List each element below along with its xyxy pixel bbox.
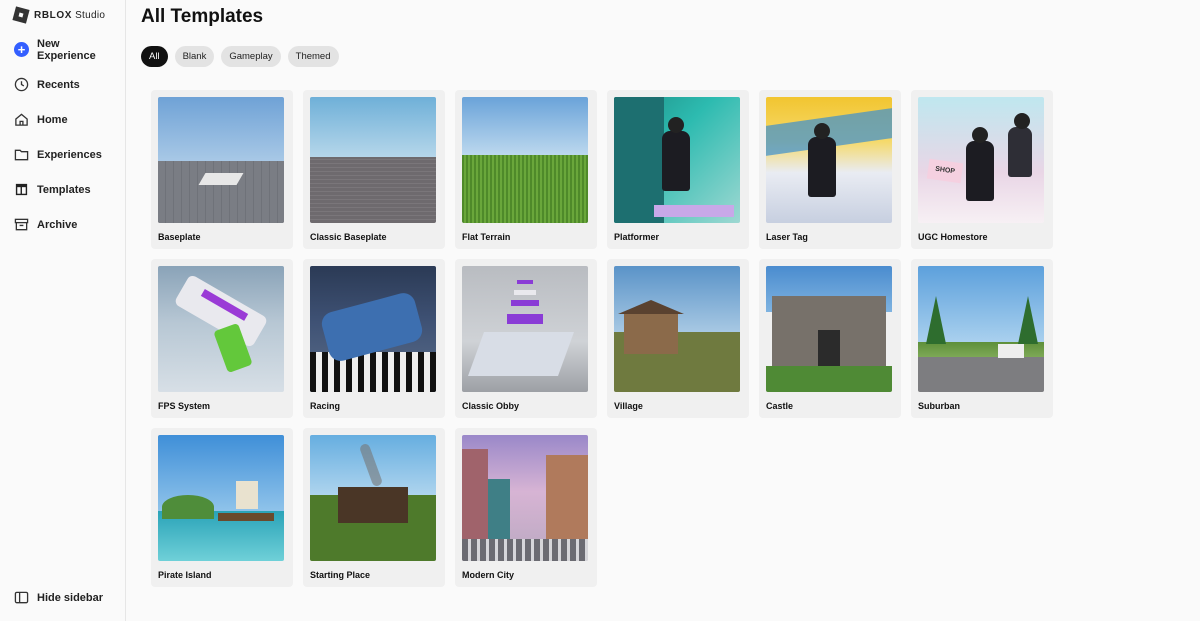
archive-icon (14, 217, 29, 232)
templates-icon (14, 182, 29, 197)
filter-chip-blank[interactable]: Blank (174, 46, 215, 67)
template-card-castle[interactable]: Castle (759, 259, 901, 418)
template-name: UGC Homestore (918, 232, 988, 242)
template-card-fps-system[interactable]: FPS System (151, 259, 293, 418)
sidebar-item-label: Archive (37, 218, 78, 231)
template-card-classic-baseplate[interactable]: Classic Baseplate (303, 90, 445, 249)
template-name: Pirate Island (158, 570, 212, 580)
template-card-ugc-homestore[interactable]: SHOP UGC Homestore (911, 90, 1053, 249)
sidebar: RBLOX Studio + New Experience Recents Ho… (0, 0, 126, 621)
template-card-modern-city[interactable]: Modern City (455, 428, 597, 587)
template-name: Baseplate (158, 232, 201, 242)
studio-window: RBLOX Studio + New Experience Recents Ho… (0, 0, 1200, 621)
folder-icon (14, 147, 29, 162)
main-content: All Templates All Blank Gameplay Themed … (126, 0, 1200, 621)
template-card-baseplate[interactable]: Baseplate (151, 90, 293, 249)
template-card-suburban[interactable]: Suburban (911, 259, 1053, 418)
template-thumbnail (614, 97, 740, 223)
template-name: FPS System (158, 401, 211, 411)
roblox-logo-icon (12, 6, 30, 24)
sidebar-item-label: Experiences (37, 148, 102, 161)
template-thumbnail (310, 266, 436, 392)
template-card-village[interactable]: Village (607, 259, 749, 418)
template-thumbnail (462, 97, 588, 223)
template-name: Classic Baseplate (310, 232, 387, 242)
template-thumbnail (158, 266, 284, 392)
roblox-studio-logo[interactable]: RBLOX Studio (0, 0, 125, 30)
template-name: Flat Terrain (462, 232, 511, 242)
sidebar-item-experiences[interactable]: Experiences (0, 137, 125, 172)
filter-chip-themed[interactable]: Themed (287, 46, 339, 67)
template-card-platformer[interactable]: Platformer (607, 90, 749, 249)
sidebar-item-label: Home (37, 113, 68, 126)
plus-circle-icon: + (14, 42, 29, 57)
logo-text: RBLOX Studio (34, 9, 106, 21)
template-thumbnail (614, 266, 740, 392)
sidebar-item-templates[interactable]: Templates (0, 172, 125, 207)
template-name: Castle (766, 401, 794, 411)
sidebar-item-new-experience[interactable]: + New Experience (0, 32, 125, 67)
sidebar-item-label: New Experience (37, 37, 96, 62)
sidebar-item-home[interactable]: Home (0, 102, 125, 137)
sidebar-toggle-icon (14, 590, 29, 605)
sidebar-item-archive[interactable]: Archive (0, 207, 125, 242)
template-card-classic-obby[interactable]: Classic Obby (455, 259, 597, 418)
template-name: Platformer (614, 232, 660, 242)
template-thumbnail: SHOP (918, 97, 1044, 223)
template-card-pirate-island[interactable]: Pirate Island (151, 428, 293, 587)
hide-sidebar-button[interactable]: Hide sidebar (0, 580, 125, 615)
filter-chips: All Blank Gameplay Themed (141, 46, 1200, 68)
hide-sidebar-label: Hide sidebar (37, 591, 104, 604)
template-thumbnail (158, 97, 284, 223)
template-thumbnail (918, 266, 1044, 392)
home-icon (14, 112, 29, 127)
sidebar-item-recents[interactable]: Recents (0, 67, 125, 102)
sidebar-item-label: Recents (37, 78, 80, 91)
page-title: All Templates (141, 6, 264, 27)
template-thumbnail (462, 435, 588, 561)
template-thumbnail (158, 435, 284, 561)
template-name: Modern City (462, 570, 515, 580)
template-name: Racing (310, 401, 341, 411)
template-thumbnail (766, 97, 892, 223)
template-card-laser-tag[interactable]: Laser Tag (759, 90, 901, 249)
filter-chip-all[interactable]: All (141, 46, 168, 67)
template-thumbnail (310, 435, 436, 561)
sidebar-item-label: Templates (37, 183, 91, 196)
template-card-flat-terrain[interactable]: Flat Terrain (455, 90, 597, 249)
filter-chip-gameplay[interactable]: Gameplay (221, 46, 281, 67)
template-thumbnail (310, 97, 436, 223)
template-name: Village (614, 401, 643, 411)
template-thumbnail (766, 266, 892, 392)
template-name: Starting Place (310, 570, 371, 580)
template-name: Laser Tag (766, 232, 808, 242)
template-grid: Baseplate Classic Baseplate Flat Terrain… (151, 90, 1200, 587)
template-name: Suburban (918, 401, 960, 411)
template-card-racing[interactable]: Racing (303, 259, 445, 418)
template-card-starting-place[interactable]: Starting Place (303, 428, 445, 587)
template-thumbnail (462, 266, 588, 392)
template-name: Classic Obby (462, 401, 520, 411)
clock-icon (14, 77, 29, 92)
